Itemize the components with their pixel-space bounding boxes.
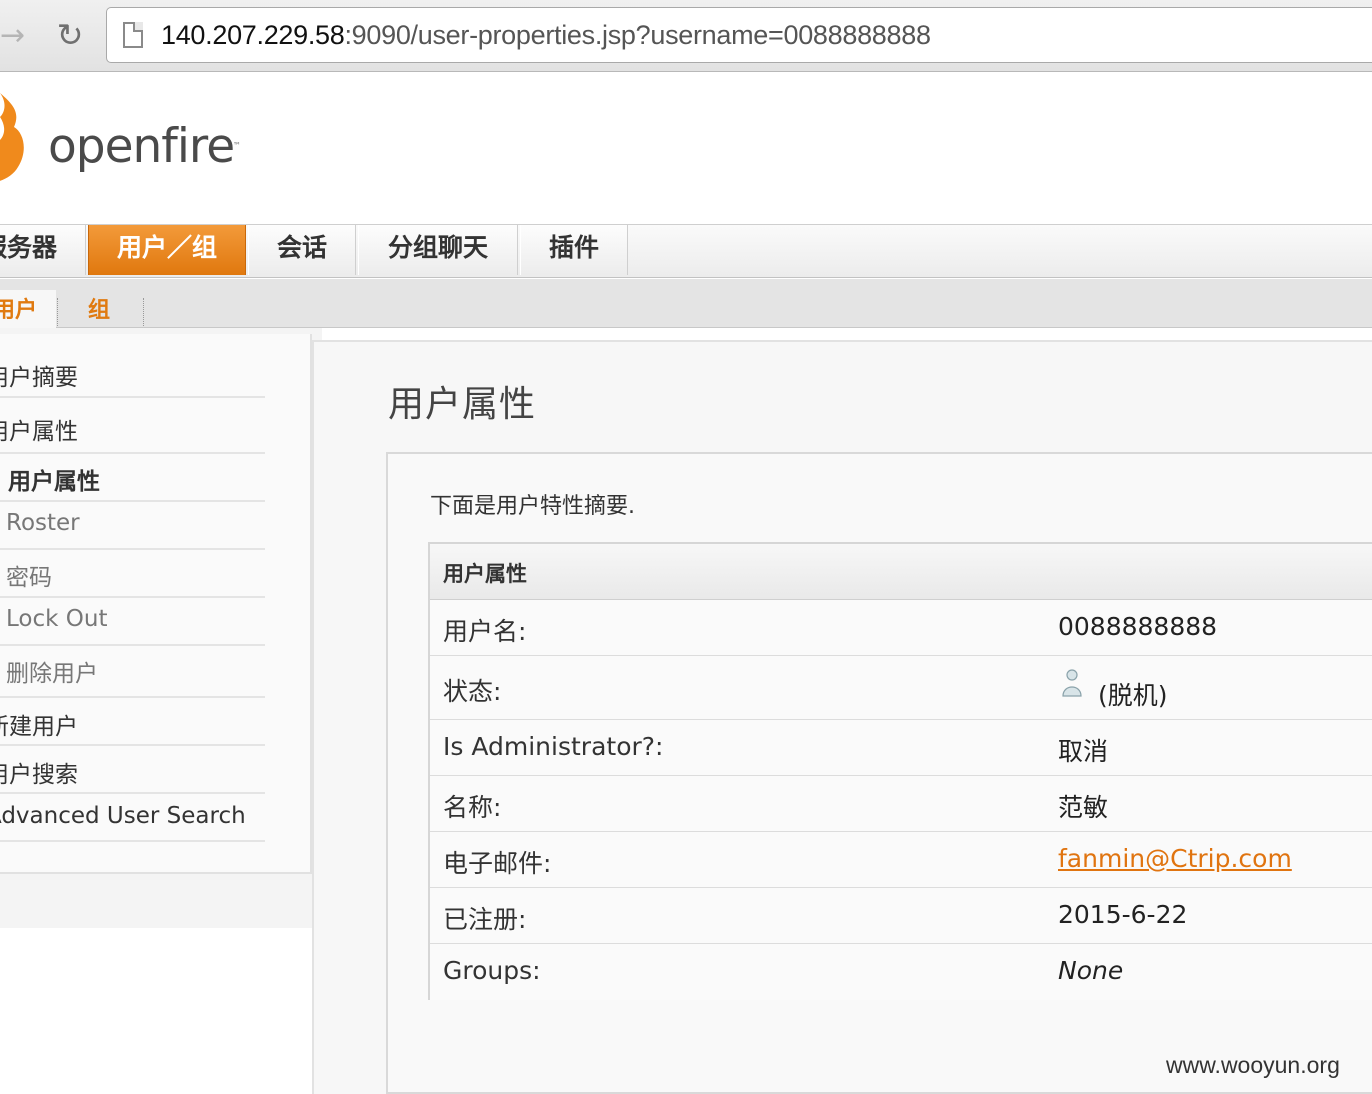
page-icon xyxy=(123,22,143,48)
address-bar[interactable]: 140.207.229.58:9090/user-properties.jsp?… xyxy=(106,7,1372,63)
row-label: 名称: xyxy=(443,793,502,822)
page-title: 用户属性 xyxy=(388,384,537,425)
row-label: Is Administrator?: xyxy=(443,732,664,761)
row-value: 取消 xyxy=(1058,737,1109,766)
table-header: 用户属性 xyxy=(430,544,1372,600)
row-label: 用户名: xyxy=(443,617,527,646)
sidebar-item-label: 删除用户 xyxy=(6,661,98,687)
sidebar-item-advanced-user-search[interactable]: Advanced User Search xyxy=(0,794,265,842)
openfire-logo[interactable]: openfire ™ xyxy=(0,85,260,195)
logo-trademark: ™ xyxy=(233,141,241,150)
sub-tab-bar xyxy=(0,279,1372,328)
sidebar-item-label: 密码 xyxy=(6,565,52,591)
table-header-label: 用户属性 xyxy=(443,562,527,586)
table-row: 名称: 范敏 xyxy=(430,776,1372,832)
row-value: (脱机) xyxy=(1098,681,1168,710)
url-path: :9090/user-properties.jsp?username=00888… xyxy=(344,20,931,50)
tab-group-chat[interactable]: 分组聊天 xyxy=(358,225,518,275)
subtab-separator xyxy=(57,298,58,326)
row-label: 电子邮件: xyxy=(443,849,552,878)
intro-text: 下面是用户特性摘要. xyxy=(430,494,635,519)
subtab-users[interactable]: 用户 xyxy=(0,296,42,326)
sidebar-item-password[interactable]: 密码 xyxy=(0,550,265,598)
table-row: Groups: None xyxy=(430,944,1372,1000)
offline-user-icon xyxy=(1062,669,1082,697)
sidebar-item-user-search[interactable]: 用户搜索 xyxy=(0,746,265,794)
row-label: Groups: xyxy=(443,956,541,985)
subtab-groups[interactable]: 组 xyxy=(74,296,124,326)
sidebar-item-delete-user[interactable]: 删除用户 xyxy=(0,646,265,698)
sidebar-item-roster[interactable]: Roster xyxy=(0,502,265,550)
tab-server[interactable]: 服务器 xyxy=(0,225,86,275)
tab-sessions[interactable]: 会话 xyxy=(248,225,356,275)
row-value: 2015-6-22 xyxy=(1058,900,1188,929)
sidebar-item-label: Lock Out xyxy=(6,606,108,632)
row-label: 已注册: xyxy=(443,905,527,934)
table-row: 电子邮件: fanmin@Ctrip.com xyxy=(430,832,1372,888)
sidebar-item-label: 用户属性 xyxy=(0,419,78,445)
sidebar-item-label: Roster xyxy=(6,510,80,536)
arrow-right-icon[interactable]: → xyxy=(0,18,34,54)
table-row: 已注册: 2015-6-22 xyxy=(430,888,1372,944)
sidebar-item-user-properties[interactable]: 用户属性 xyxy=(0,454,265,502)
row-value: None xyxy=(1058,956,1124,985)
user-properties-table: 用户属性 用户名: 0088888888 状态: (脱机) Is Adminis… xyxy=(428,542,1372,1000)
row-value: 范敏 xyxy=(1058,793,1109,822)
row-label: 状态: xyxy=(443,677,502,706)
sidebar-item-create-user[interactable]: 新建用户 xyxy=(0,698,265,746)
url-text[interactable]: 140.207.229.58:9090/user-properties.jsp?… xyxy=(161,20,931,51)
sidebar-item-label: 用户摘要 xyxy=(0,365,78,391)
logo-text: openfire xyxy=(48,119,235,174)
sidebar-item-lock-out[interactable]: Lock Out xyxy=(0,598,265,646)
sidebar: 用户摘要 用户属性 用户属性 Roster 密码 Lock Out 删除用户 新… xyxy=(0,334,312,874)
browser-toolbar: → ↻ 140.207.229.58:9090/user-properties.… xyxy=(0,0,1372,72)
main-tab-bar: 服务器 用户／组 会话 分组聊天 插件 xyxy=(0,224,1372,278)
sidebar-item-label: 新建用户 xyxy=(0,714,78,740)
sidebar-item-label: Advanced User Search xyxy=(0,803,246,829)
subtab-separator xyxy=(143,298,144,326)
url-host: 140.207.229.58 xyxy=(161,20,345,50)
tab-plugins[interactable]: 插件 xyxy=(520,225,628,275)
watermark: www.wooyun.org xyxy=(1166,1052,1340,1078)
reload-icon[interactable]: ↻ xyxy=(52,17,88,53)
table-row: 用户名: 0088888888 xyxy=(430,600,1372,656)
sidebar-item-user-summary[interactable]: 用户摘要 xyxy=(0,350,265,398)
tab-users-groups[interactable]: 用户／组 xyxy=(88,225,246,275)
sidebar-item-label: 用户搜索 xyxy=(0,762,78,788)
table-row: 状态: (脱机) xyxy=(430,656,1372,720)
sidebar-item-label: 用户属性 xyxy=(8,469,100,495)
sidebar-item-user-properties-group[interactable]: 用户属性 xyxy=(0,400,265,454)
row-value: 0088888888 xyxy=(1058,612,1218,641)
email-link[interactable]: fanmin@Ctrip.com xyxy=(1058,844,1292,873)
flame-icon xyxy=(0,93,24,181)
table-row: Is Administrator?: 取消 xyxy=(430,720,1372,776)
